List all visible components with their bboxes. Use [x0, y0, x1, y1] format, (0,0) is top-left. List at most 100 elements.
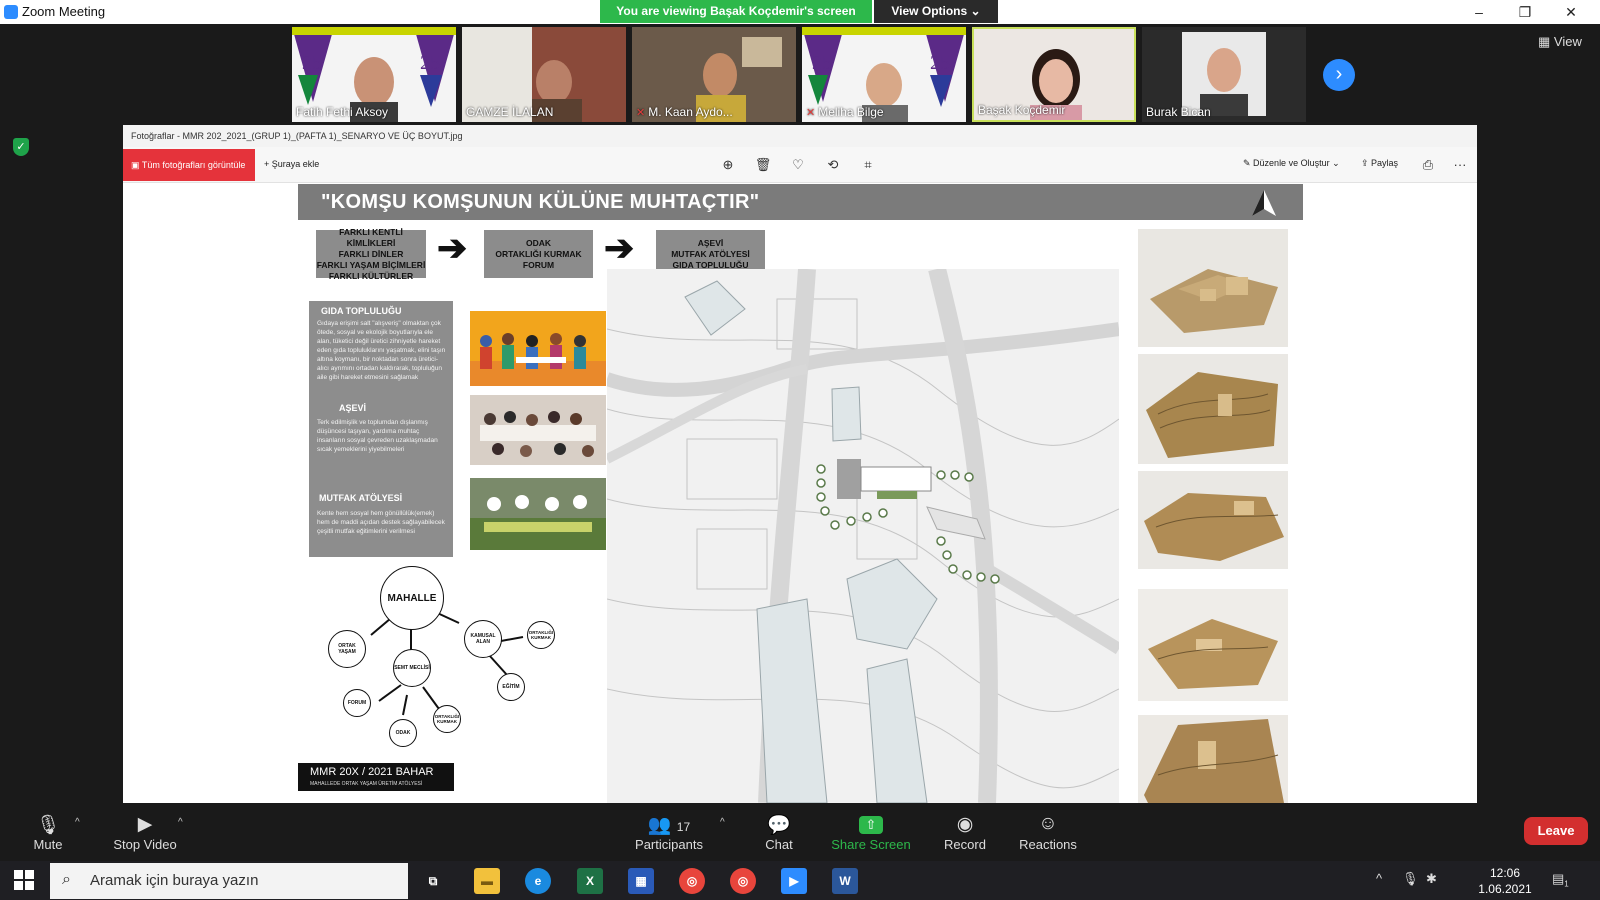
gallery-view-button[interactable]: ▦ View — [1538, 34, 1582, 50]
participants-button[interactable]: 👥 17 Participants — [624, 803, 714, 861]
all-photos-label: Tüm fotoğrafları görüntüle — [141, 160, 246, 170]
video-options-caret[interactable]: ^ — [178, 817, 183, 828]
site-plan-drawing — [607, 269, 1119, 803]
close-button[interactable]: ✕ — [1548, 0, 1594, 24]
footer-subtitle: MAHALLEDE ORTAK YAŞAM ÜRETİM ATÖLYESİ — [310, 781, 423, 787]
delete-icon[interactable]: 🗑 — [754, 157, 772, 173]
chat-button[interactable]: 💬 Chat — [734, 803, 824, 861]
participant-tile[interactable]: 25 25 ✕ Meliha Bilge — [802, 27, 966, 122]
participant-name: Başak Koçdemir — [978, 103, 1066, 117]
show-hidden-icons-caret[interactable]: ^ — [1376, 871, 1382, 886]
chat-bubble-icon: 💬 — [767, 815, 791, 836]
poster-image: "KOMŞU KOMŞUNUN KÜLÜNE MUHTAÇTIR" FARKLI… — [123, 183, 1477, 803]
edit-create-label: Düzenle ve Oluştur — [1253, 158, 1330, 168]
reactions-label: Reactions — [1019, 837, 1077, 852]
participant-tile[interactable]: 25 25 Fatih Fethi Aksoy — [292, 27, 456, 122]
diagram-node: ORTAKLIĞI KURMAK — [527, 621, 555, 649]
participant-name: Fatih Fethi Aksoy — [296, 105, 389, 119]
excel-icon[interactable]: X — [577, 868, 603, 894]
participant-avatar — [1182, 32, 1266, 116]
mute-button[interactable]: 🎙 Mute — [3, 803, 93, 861]
participant-tile[interactable]: Burak Bican — [1142, 27, 1306, 122]
flow-line: AŞEVİ — [697, 237, 724, 248]
leave-meeting-button[interactable]: Leave — [1524, 817, 1588, 845]
windows-start-icon[interactable] — [14, 870, 34, 890]
poster-title-bar: "KOMŞU KOMŞUNUN KÜLÜNE MUHTAÇTIR" — [298, 184, 1303, 220]
section-heading: MUTFAK ATÖLYESİ — [319, 493, 403, 503]
participant-name: ✕ Meliha Bilge — [806, 105, 884, 119]
diagram-node: FORUM — [343, 689, 371, 717]
rotate-icon[interactable]: ⟲ — [824, 157, 842, 173]
edge-browser-icon[interactable]: e — [525, 868, 551, 894]
kitchen-workshop-photo — [470, 478, 606, 550]
tray-microphone-icon[interactable]: 🎙 — [1402, 871, 1419, 887]
reactions-button[interactable]: ☺ Reactions — [1003, 803, 1093, 861]
participant-tile[interactable]: ✕ M. Kaan Aydo... — [632, 27, 796, 122]
flow-line: FARKLI DİNLER — [338, 248, 404, 259]
poster-title: "KOMŞU KOMŞUNUN KÜLÜNE MUHTAÇTIR" — [321, 191, 760, 213]
audio-options-caret[interactable]: ^ — [75, 817, 80, 828]
section-heading: GIDA TOPLULUĞU — [321, 306, 402, 316]
minimize-button[interactable]: – — [1456, 0, 1502, 24]
favorite-icon[interactable]: ♡ — [789, 157, 807, 173]
diagram-node: ODAK — [389, 719, 417, 747]
participants-options-caret[interactable]: ^ — [720, 817, 725, 828]
all-photos-button[interactable]: ▣ Tüm fotoğrafları görüntüle — [123, 149, 255, 181]
more-options-button[interactable]: ··· — [1451, 157, 1469, 173]
notification-center-icon[interactable]: ▤1 — [1552, 871, 1569, 889]
photo-viewer-toolbar: ▣ Tüm fotoğrafları görüntüle + Şuraya ek… — [123, 147, 1477, 183]
share-screen-icon: ⇧ — [859, 816, 883, 834]
restore-button[interactable]: ❐ — [1502, 0, 1548, 24]
print-icon[interactable]: ⎙ — [1419, 157, 1437, 173]
windows-taskbar: ⌕ Aramak için buraya yazın ⧉ ▬ e X ▦ ◎ ◎… — [0, 861, 1600, 900]
clock-time: 12:06 — [1489, 866, 1521, 880]
chat-label: Chat — [765, 837, 793, 852]
participants-label: Participants — [635, 837, 703, 852]
chrome-icon[interactable]: ◎ — [679, 868, 705, 894]
stop-video-button[interactable]: ▶ Stop Video — [100, 803, 190, 861]
neighborhood-diagram: MAHALLE ORTAK YAŞAM SEMT MECLİSİ KAMUSAL… — [309, 563, 569, 753]
taskbar-clock[interactable]: 12:06 1.06.2021 — [1470, 865, 1540, 897]
chevron-down-icon: ⌄ — [1332, 158, 1340, 168]
food-community-illustration — [470, 311, 606, 386]
share-button[interactable]: ⇪ Paylaş — [1361, 158, 1398, 169]
next-participants-button[interactable]: › — [1323, 59, 1355, 91]
participant-tile[interactable]: GAMZE İLALAN — [462, 27, 626, 122]
tray-teams-icon[interactable]: ✱ — [1426, 871, 1437, 887]
meeting-controls-bar: 🎙 Mute ^ ▶ Stop Video ^ 👥 17 Participant… — [0, 803, 1600, 861]
edit-create-button[interactable]: ✎ Düzenle ve Oluştur ⌄ — [1243, 158, 1340, 169]
share-screen-button[interactable]: ⇧ Share Screen — [826, 803, 916, 861]
mute-label: Mute — [33, 837, 63, 852]
add-to-label: Şuraya ekle — [271, 159, 320, 169]
zoom-taskbar-icon[interactable]: ▶ — [781, 868, 807, 894]
gallery-view-label: View — [1553, 34, 1582, 49]
smiley-icon: ☺ — [1038, 813, 1058, 834]
encryption-shield-icon[interactable]: ✓ — [13, 138, 29, 156]
chevron-right-icon: › — [1335, 63, 1343, 85]
notification-count: 1 — [1564, 879, 1569, 889]
zoom-app-icon — [4, 5, 18, 19]
flow-line: ORTAKLIĞI KURMAK — [495, 248, 582, 259]
svg-text:25: 25 — [302, 52, 322, 74]
view-options-button[interactable]: View Options ⌄ — [874, 0, 998, 23]
record-button[interactable]: ◉ Record — [920, 803, 1010, 861]
clock-date: 1.06.2021 — [1478, 882, 1532, 896]
svg-text:25: 25 — [930, 52, 950, 74]
file-explorer-icon[interactable]: ▬ — [474, 868, 500, 894]
add-to-button[interactable]: + Şuraya ekle — [264, 159, 319, 169]
store-icon[interactable]: ▦ — [628, 868, 654, 894]
word-icon[interactable]: W — [832, 868, 858, 894]
north-arrow-icon — [1250, 188, 1278, 218]
poster-footer: MMR 20X / 2021 BAHAR MAHALLEDE ORTAK YAŞ… — [298, 763, 454, 791]
photo-viewer-title: Fotoğraflar - MMR 202_2021_(GRUP 1)_(PAF… — [123, 125, 1477, 147]
taskbar-search-box[interactable]: ⌕ Aramak için buraya yazın — [50, 863, 408, 899]
chrome-profile-icon[interactable]: ◎ — [730, 868, 756, 894]
photos-icon: ▣ — [131, 160, 142, 170]
crop-icon[interactable]: ⌗ — [859, 157, 877, 173]
participant-tile-active-speaker[interactable]: Başak Koçdemir — [972, 27, 1136, 122]
participant-name-text: M. Kaan Aydo... — [648, 105, 733, 119]
task-view-icon[interactable]: ⧉ — [420, 868, 446, 894]
zoom-in-icon[interactable]: ⊕ — [719, 157, 737, 173]
edit-icon: ✎ — [1243, 158, 1254, 168]
flow-box-focus: ODAK ORTAKLIĞI KURMAK FORUM — [484, 230, 593, 278]
